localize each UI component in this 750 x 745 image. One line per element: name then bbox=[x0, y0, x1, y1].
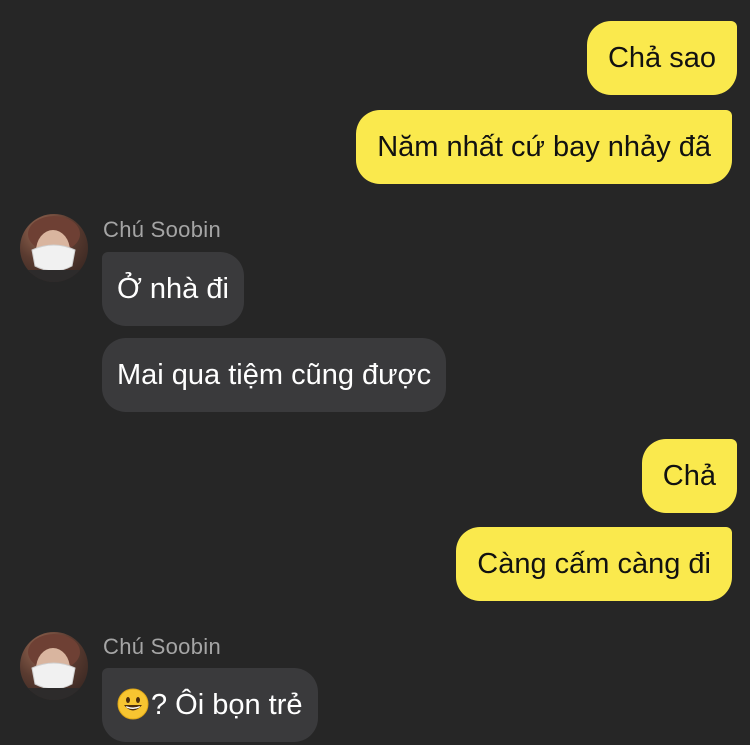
incoming-message[interactable]: ? Ôi bọn trẻ bbox=[102, 668, 318, 742]
avatar[interactable] bbox=[20, 214, 88, 282]
message-text: Càng cấm càng đi bbox=[477, 548, 711, 580]
outgoing-message[interactable]: Chả sao bbox=[586, 21, 737, 95]
outgoing-message[interactable]: Càng cấm càng đi bbox=[456, 527, 732, 601]
avatar-image bbox=[20, 634, 88, 700]
message-text: Năm nhất cứ bay nhảy đã bbox=[377, 131, 711, 163]
grinning-face-emoji bbox=[117, 688, 149, 720]
incoming-message[interactable]: Ở nhà đi bbox=[102, 252, 244, 326]
message-text: Chả bbox=[662, 460, 716, 492]
message-text: Chả sao bbox=[607, 42, 716, 74]
incoming-message[interactable]: Mai qua tiệm cũng được bbox=[102, 338, 447, 412]
outgoing-message[interactable]: Năm nhất cứ bay nhảy đã bbox=[356, 110, 732, 184]
message-text: Mai qua tiệm cũng được bbox=[117, 359, 432, 391]
outgoing-message[interactable]: Chả bbox=[641, 439, 737, 513]
avatar[interactable] bbox=[20, 632, 88, 700]
sender-name: Chú Soobin bbox=[103, 217, 221, 242]
message-text: ? Ôi bọn trẻ bbox=[151, 689, 303, 721]
message-text: Ở nhà đi bbox=[117, 273, 229, 305]
sender-name: Chú Soobin bbox=[103, 634, 221, 659]
avatar-image bbox=[20, 216, 88, 282]
